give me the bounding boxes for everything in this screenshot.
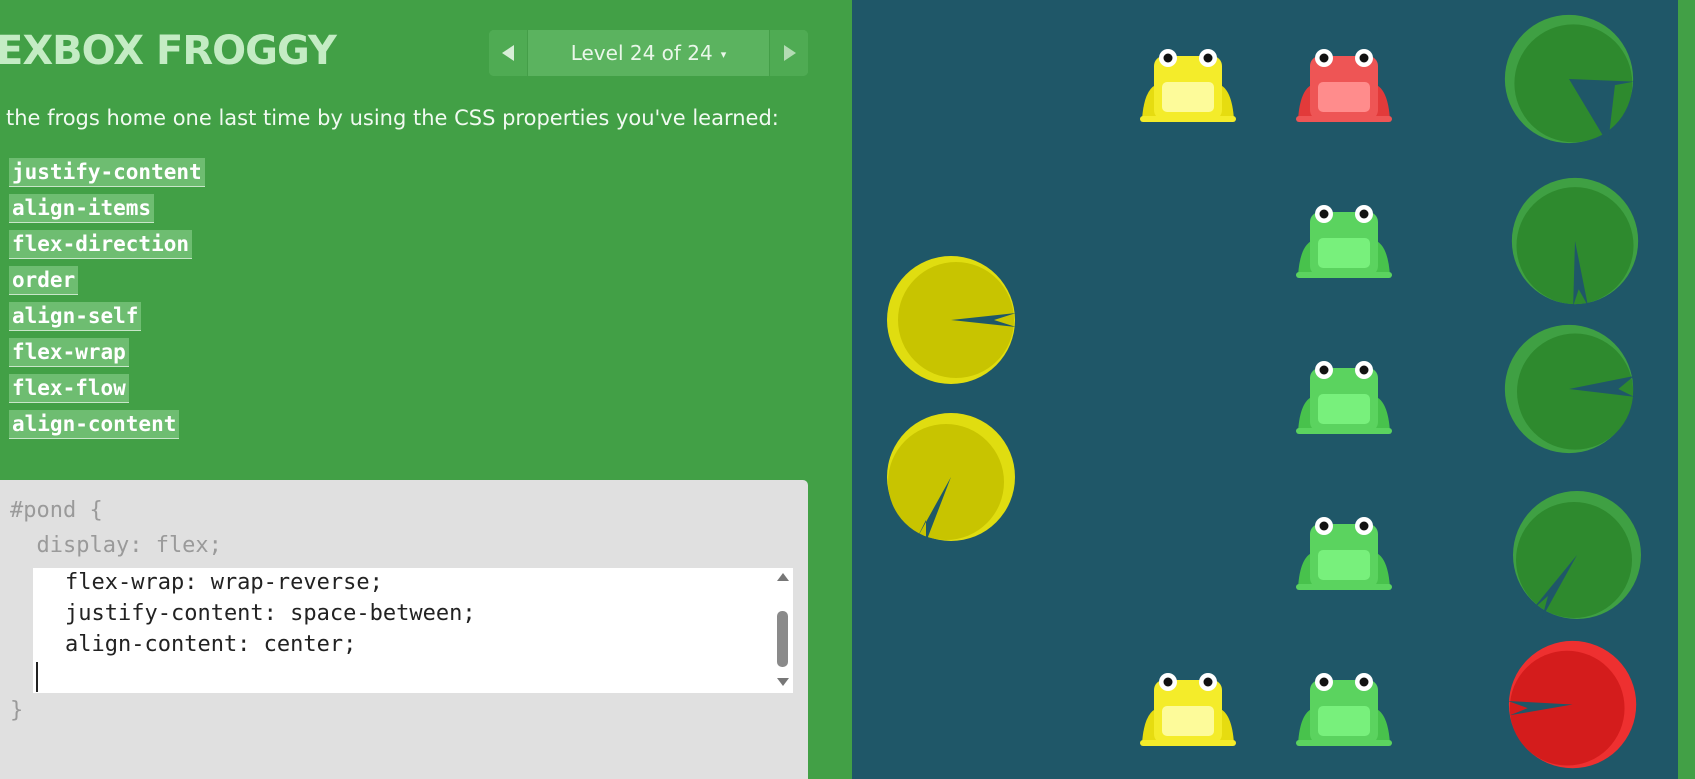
- arrow-left-icon: [502, 45, 514, 61]
- property-item: flex-flow: [9, 374, 205, 403]
- css-input-textarea[interactable]: flex-wrap: wrap-reverse; justify-content…: [33, 568, 793, 693]
- input-line-3: align-content: center;: [65, 632, 357, 657]
- property-code: flex-wrap: [9, 338, 129, 367]
- property-code: flex-flow: [9, 374, 129, 403]
- scroll-thumb[interactable]: [777, 611, 788, 667]
- green-lilypad-icon: [1513, 491, 1641, 619]
- input-line-1: flex-wrap: wrap-reverse;: [65, 570, 383, 595]
- property-item: flex-wrap: [9, 338, 205, 367]
- property-code: flex-direction: [9, 230, 193, 259]
- next-level-button[interactable]: [769, 30, 808, 76]
- caret-down-icon: ▾: [720, 48, 727, 61]
- level-navigation: Level 24 of 24 ▾: [489, 30, 808, 76]
- green-frog-icon: [1296, 205, 1392, 278]
- right-edge-strip: [1678, 0, 1695, 779]
- green-frog-icon: [1296, 517, 1392, 590]
- property-item: justify-content: [9, 158, 205, 187]
- green-lilypad-icon: [1511, 177, 1639, 306]
- text-cursor: [36, 662, 38, 692]
- property-code: align-self: [9, 302, 142, 331]
- yellow-frog-icon: [1140, 673, 1236, 746]
- level-indicator-dropdown[interactable]: Level 24 of 24 ▾: [527, 30, 770, 76]
- instructions-panel: EXBOX FROGGY Level 24 of 24 ▾ the frogs h…: [0, 0, 852, 779]
- property-list: justify-content align-items flex-directi…: [9, 158, 205, 446]
- code-line-selector: #pond {: [10, 498, 103, 523]
- scroll-down-arrow-icon[interactable]: [777, 678, 789, 686]
- code-line-closing: }: [10, 698, 24, 723]
- code-line-display: display: flex;: [10, 533, 222, 558]
- app-title: EXBOX FROGGY: [0, 28, 337, 74]
- yellow-frog-icon: [1140, 49, 1236, 122]
- yellow-lilypad-icon: [887, 413, 1015, 542]
- property-item: align-items: [9, 194, 205, 223]
- textarea-scrollbar[interactable]: [773, 568, 793, 693]
- green-lilypad-icon: [1504, 14, 1634, 144]
- yellow-lilypad-icon: [887, 256, 1016, 384]
- property-code: align-content: [9, 410, 180, 439]
- property-item: order: [9, 266, 205, 295]
- instructions-text: the frogs home one last time by using th…: [6, 106, 779, 130]
- green-frog-icon: [1296, 361, 1392, 434]
- property-item: flex-direction: [9, 230, 205, 259]
- property-code: justify-content: [9, 158, 205, 187]
- property-item: align-self: [9, 302, 205, 331]
- scroll-up-arrow-icon[interactable]: [777, 573, 789, 581]
- arrow-right-icon: [784, 45, 796, 61]
- level-indicator-text: Level 24 of 24: [570, 41, 713, 65]
- red-frog-icon: [1296, 49, 1392, 122]
- red-lilypad-icon: [1508, 640, 1637, 769]
- pond-board: [852, 0, 1678, 779]
- property-item: align-content: [9, 410, 205, 439]
- green-frog-icon: [1296, 673, 1392, 746]
- property-code: order: [9, 266, 79, 295]
- green-lilypad-icon: [1504, 324, 1634, 454]
- input-line-2: justify-content: space-between;: [65, 601, 476, 626]
- property-code: align-items: [9, 194, 155, 223]
- css-editor: #pond { display: flex; flex-wrap: wrap-r…: [0, 480, 808, 779]
- previous-level-button[interactable]: [489, 30, 528, 76]
